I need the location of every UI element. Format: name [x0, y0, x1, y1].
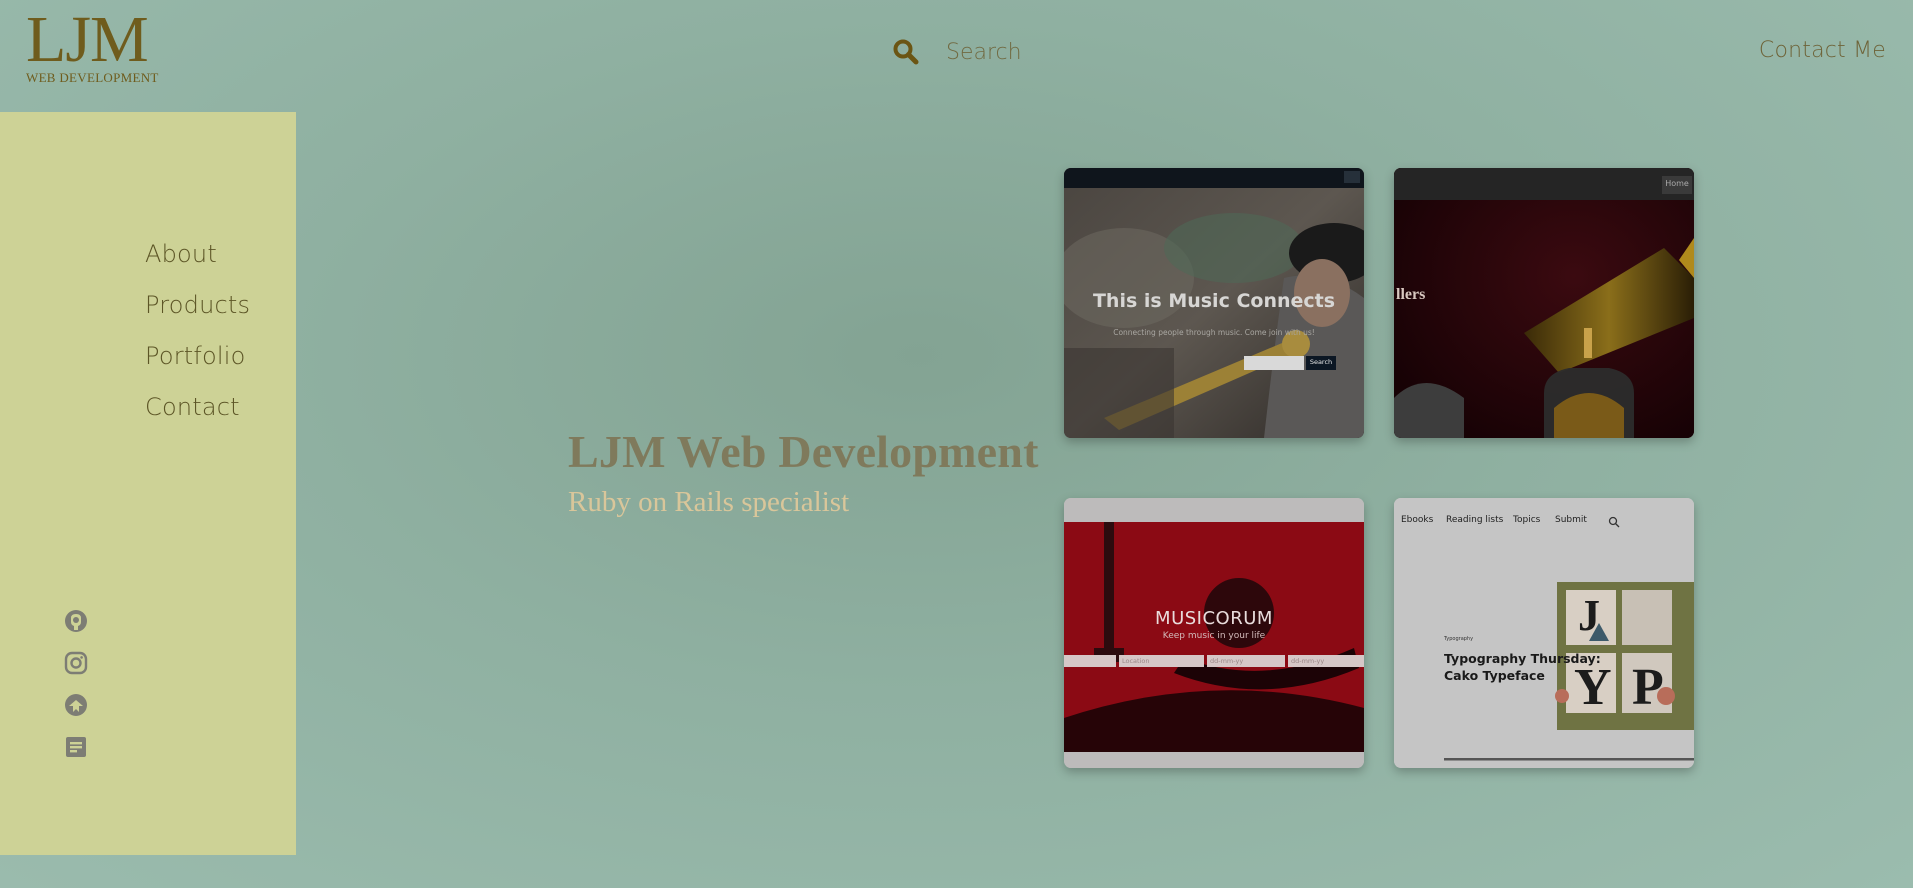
nav-link-portfolio[interactable]: Portfolio — [145, 342, 246, 370]
logo-subtitle: WEB DEVELOPMENT — [26, 70, 159, 85]
music-connects-title: This is Music Connects — [1092, 290, 1336, 312]
musicorum-title: MUSICORUM — [1155, 608, 1273, 629]
typography-nav-submit: Submit — [1555, 515, 1587, 525]
nav-item-portfolio: Portfolio — [145, 342, 250, 393]
gitlab-icon[interactable] — [64, 693, 88, 717]
typography-art-letter-p: P — [1632, 659, 1664, 716]
hero-subtitle: Ruby on Rails specialist — [568, 486, 850, 518]
typography-nav-reading-lists: Reading lists — [1446, 515, 1504, 525]
typography-nav-ebooks: Ebooks — [1401, 515, 1434, 525]
hero: LJM Web Development Ruby on Rails specia… — [568, 425, 1068, 519]
search-icon[interactable] — [892, 38, 920, 66]
portfolio-card-musicorum[interactable]: MUSICORUM Keep music in your life Locati… — [1064, 498, 1364, 768]
musicorum-date-field-2: dd-mm-yy — [1291, 657, 1325, 665]
typography-kicker: Typography — [1444, 636, 1474, 642]
typography-title-line-2: Cako Typeface — [1444, 668, 1545, 683]
instagram-icon[interactable] — [64, 651, 88, 675]
nav-link-contact[interactable]: Contact — [145, 393, 240, 421]
portfolio-card-typography[interactable]: Ebooks Reading lists Topics Submit Typog… — [1394, 498, 1694, 768]
typography-nav-topics: Topics — [1513, 515, 1541, 525]
music-connects-search-button: Search — [1309, 358, 1333, 366]
site-logo[interactable]: LJM WEB DEVELOPMENT — [26, 3, 171, 86]
typography-art-letter-j: J — [1578, 591, 1600, 640]
wine-site-screenshot — [1394, 168, 1694, 438]
musicorum-date-field-1: dd-mm-yy — [1210, 657, 1244, 665]
logo-text: LJM — [26, 3, 149, 76]
search-bar — [892, 36, 1166, 68]
hero-title: LJM Web Development — [568, 426, 1039, 477]
sidebar: About Products Portfolio Contact — [0, 112, 296, 855]
contact-me-link[interactable]: Contact Me — [1759, 38, 1886, 63]
search-input[interactable] — [946, 39, 1166, 65]
social-links — [64, 609, 88, 777]
nav-item-products: Products — [145, 291, 250, 342]
nav-item-about: About — [145, 240, 250, 291]
nav-link-products[interactable]: Products — [145, 291, 250, 319]
blog-icon[interactable] — [64, 735, 88, 759]
typography-screenshot — [1394, 498, 1694, 768]
wine-nav-home-button: Home — [1665, 179, 1689, 188]
wine-title-fragment: llers — [1396, 286, 1426, 303]
typography-art-letter-y: Y — [1574, 659, 1612, 716]
musicorum-tagline: Keep music in your life — [1162, 631, 1266, 641]
portfolio-card-wine[interactable]: Home llers — [1394, 168, 1694, 438]
nav-link-about[interactable]: About — [145, 240, 217, 268]
nav-item-contact: Contact — [145, 393, 250, 444]
sidebar-nav: About Products Portfolio Contact — [145, 240, 250, 444]
portfolio-card-music-connects[interactable]: This is Music Connects Connecting people… — [1064, 168, 1364, 438]
musicorum-location-field: Location — [1122, 657, 1150, 665]
github-icon[interactable] — [64, 609, 88, 633]
music-connects-tagline: Connecting people through music. Come jo… — [1113, 328, 1315, 337]
